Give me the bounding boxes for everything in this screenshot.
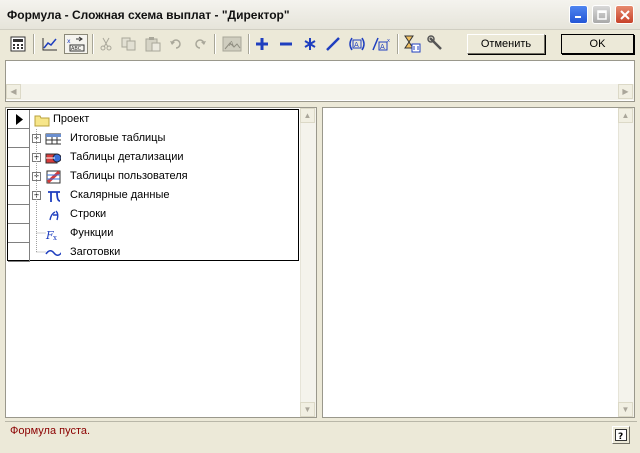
ok-button[interactable]: OK bbox=[561, 34, 634, 54]
toolbar-separator bbox=[248, 34, 250, 54]
asterisk-icon[interactable] bbox=[301, 34, 319, 54]
svg-text:x: x bbox=[387, 38, 390, 44]
svg-text:?: ? bbox=[618, 432, 623, 441]
window-title: Формула - Сложная схема выплат - "Директ… bbox=[7, 8, 290, 22]
tree-item-templates[interactable]: Заготовки bbox=[8, 243, 298, 262]
maximize-icon[interactable] bbox=[592, 5, 611, 24]
tree-item-scalar[interactable]: + Скалярные данные bbox=[8, 186, 298, 205]
power-icon[interactable]: Ax bbox=[371, 34, 395, 54]
scroll-down-icon[interactable]: ▼ bbox=[618, 402, 633, 417]
scroll-down-icon[interactable]: ▼ bbox=[300, 402, 315, 417]
calculator-icon[interactable] bbox=[9, 34, 27, 54]
hourglass-icon[interactable] bbox=[402, 34, 422, 54]
folder-icon bbox=[34, 115, 50, 127]
abs-icon[interactable]: x ABC bbox=[64, 34, 88, 54]
chart-icon[interactable] bbox=[40, 34, 60, 54]
image-icon: A bbox=[221, 34, 243, 54]
details-vscrollbar[interactable] bbox=[618, 108, 634, 417]
status-bar bbox=[5, 421, 637, 449]
tree-item-strings[interactable]: Строки bbox=[8, 205, 298, 224]
row-gutter bbox=[8, 110, 30, 129]
project-tree: Проект + Итоговые таблицы + Таблицы дета… bbox=[7, 109, 299, 262]
plus-icon[interactable] bbox=[253, 34, 271, 54]
toolbar-separator bbox=[33, 34, 35, 54]
tree-item-functions[interactable]: Fx Функции bbox=[8, 224, 298, 243]
scroll-left-icon[interactable]: ◀ bbox=[6, 84, 21, 99]
scroll-up-icon[interactable]: ▲ bbox=[300, 108, 315, 123]
wrench-icon[interactable] bbox=[426, 34, 446, 54]
tree-vscrollbar[interactable] bbox=[300, 108, 316, 417]
tree-item-user[interactable]: + Таблицы пользователя bbox=[8, 167, 298, 186]
string-icon bbox=[49, 210, 59, 221]
slash-icon[interactable] bbox=[324, 34, 342, 54]
copy-icon bbox=[120, 34, 138, 54]
svg-text:ABC: ABC bbox=[71, 46, 82, 52]
parentheses-icon[interactable]: A bbox=[346, 34, 368, 54]
tree-item-detail[interactable]: + Таблицы детализации bbox=[8, 148, 298, 167]
svg-text:x: x bbox=[67, 38, 71, 45]
toolbar-separator bbox=[397, 34, 399, 54]
undo-icon bbox=[168, 34, 184, 54]
status-message: Формула пуста. bbox=[10, 425, 91, 437]
tree-row-root[interactable]: Проект bbox=[8, 110, 298, 129]
minimize-icon[interactable] bbox=[569, 5, 588, 24]
help-icon[interactable]: ? bbox=[612, 426, 630, 444]
tree-item-totals[interactable]: + Итоговые таблицы bbox=[8, 129, 298, 148]
toolbar-separator bbox=[92, 34, 94, 54]
svg-text:A: A bbox=[229, 40, 234, 48]
cancel-button[interactable]: Отменить bbox=[467, 34, 545, 54]
tilde-icon bbox=[45, 250, 61, 256]
minus-icon[interactable] bbox=[277, 34, 295, 54]
svg-text:A: A bbox=[380, 43, 385, 51]
scroll-up-icon[interactable]: ▲ bbox=[618, 108, 633, 123]
toolbar-separator bbox=[214, 34, 216, 54]
paste-icon bbox=[144, 34, 162, 54]
close-icon[interactable] bbox=[615, 5, 634, 24]
redo-icon bbox=[192, 34, 208, 54]
function-icon: Fx bbox=[45, 229, 57, 241]
row-pointer-icon bbox=[16, 114, 23, 125]
scroll-right-icon[interactable]: ▶ bbox=[618, 84, 633, 99]
svg-text:A: A bbox=[354, 41, 359, 49]
details-pane[interactable] bbox=[322, 107, 635, 418]
formula-hscrollbar[interactable] bbox=[6, 84, 634, 100]
cut-icon bbox=[98, 34, 114, 54]
tree-root-label: Проект bbox=[53, 113, 90, 125]
svg-text:x: x bbox=[53, 234, 57, 241]
